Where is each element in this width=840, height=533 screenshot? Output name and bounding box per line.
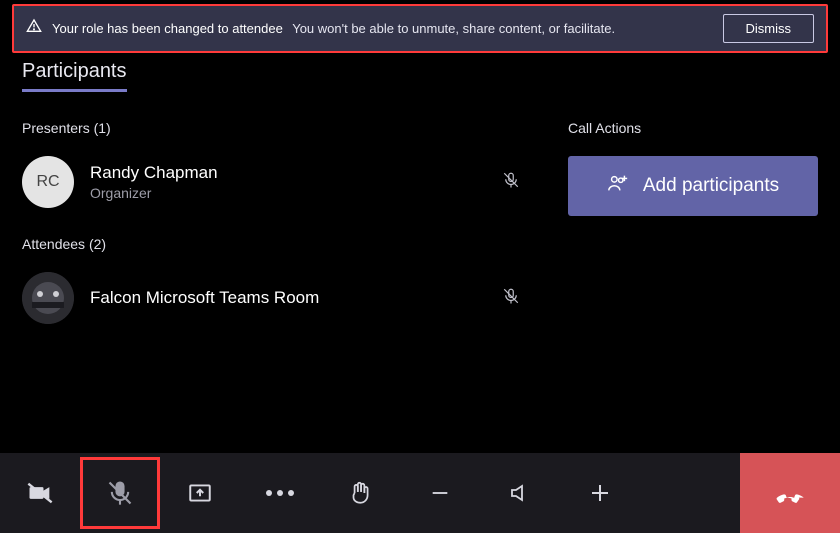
hangup-button[interactable] (740, 453, 840, 533)
dismiss-button[interactable]: Dismiss (723, 14, 815, 43)
participants-tab[interactable]: Participants (22, 60, 127, 92)
avatar-initials: RC (36, 173, 59, 191)
banner-text: Your role has been changed to attendee Y… (52, 21, 713, 36)
participant-name: Randy Chapman (90, 163, 502, 183)
people-add-icon (607, 172, 629, 200)
call-actions-heading: Call Actions (568, 120, 818, 136)
role-changed-banner: Your role has been changed to attendee Y… (12, 4, 828, 53)
avatar: RC (22, 156, 74, 208)
attendees-heading: Attendees (2) (22, 236, 538, 252)
share-content-button[interactable] (160, 453, 240, 533)
meeting-controls (0, 453, 840, 533)
camera-toggle-button[interactable] (0, 453, 80, 533)
add-participants-button[interactable]: Add participants (568, 156, 818, 216)
participant-row[interactable]: RC Randy Chapman Organizer (22, 156, 538, 208)
add-participants-label: Add participants (643, 175, 779, 197)
participant-row[interactable]: Falcon Microsoft Teams Room (22, 272, 538, 324)
participant-name: Falcon Microsoft Teams Room (90, 288, 502, 308)
volume-button[interactable] (480, 453, 560, 533)
minimize-button[interactable] (400, 453, 480, 533)
participant-role: Organizer (90, 185, 502, 201)
avatar (22, 272, 74, 324)
mic-toggle-button[interactable] (80, 457, 160, 529)
presenters-heading: Presenters (1) (22, 120, 538, 136)
mic-muted-icon (502, 287, 520, 310)
add-button[interactable] (560, 453, 640, 533)
more-actions-button[interactable] (240, 453, 320, 533)
raise-hand-button[interactable] (320, 453, 400, 533)
banner-strong: Your role has been changed to attendee (52, 21, 283, 36)
banner-detail: You won't be able to unmute, share conte… (292, 21, 615, 36)
warning-icon (26, 18, 42, 39)
ellipsis-icon (266, 490, 294, 496)
mic-muted-icon (502, 171, 520, 194)
